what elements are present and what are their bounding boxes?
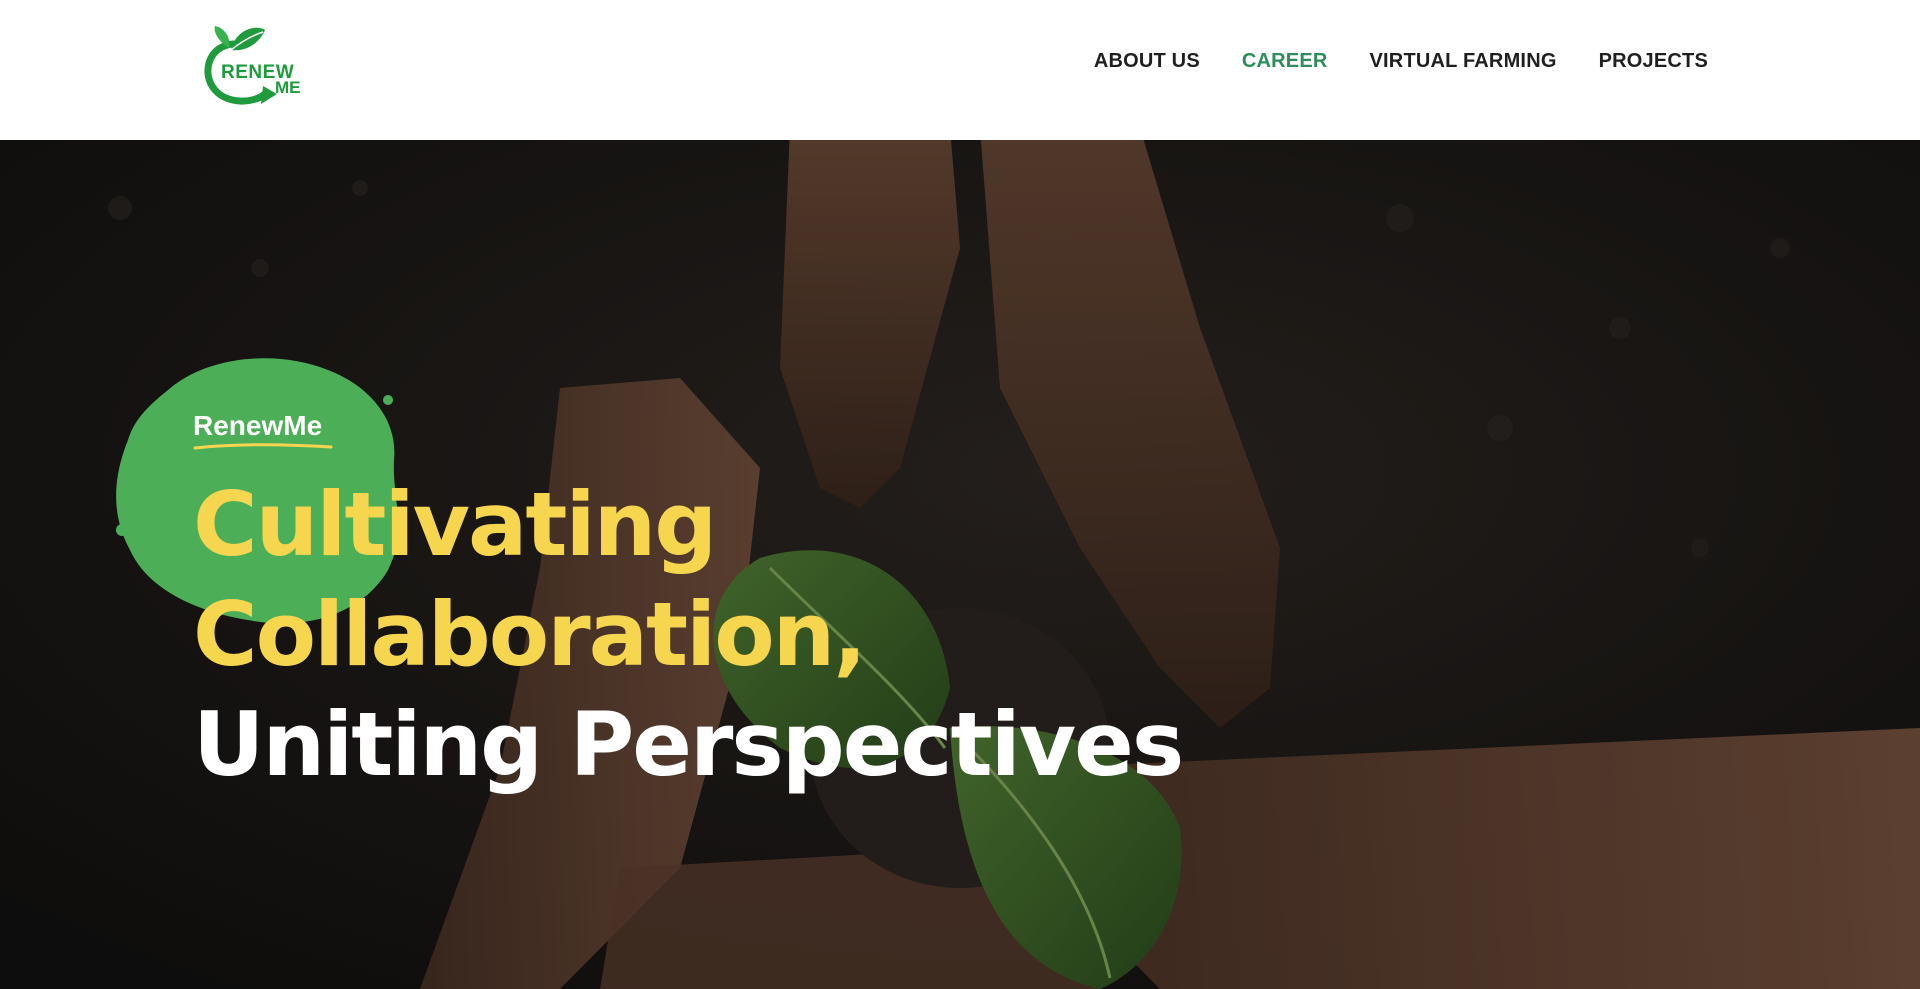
headline-line-2: Collaboration, bbox=[193, 583, 867, 686]
site-header: RENEW ME ABOUT US CAREER VIRTUAL FARMING… bbox=[0, 0, 1920, 140]
kicker-underline bbox=[193, 443, 333, 450]
hero-kicker: RenewMe bbox=[193, 410, 323, 441]
main-nav: ABOUT US CAREER VIRTUAL FARMING PROJECTS bbox=[1094, 50, 1708, 73]
renewme-logo[interactable]: RENEW ME bbox=[193, 24, 315, 106]
nav-virtual-farming[interactable]: VIRTUAL FARMING bbox=[1370, 50, 1557, 73]
nav-about-us[interactable]: ABOUT US bbox=[1094, 50, 1200, 73]
nav-projects[interactable]: PROJECTS bbox=[1599, 50, 1708, 73]
headline-line-1: Cultivating bbox=[193, 473, 717, 576]
logo-text-me: ME bbox=[275, 78, 301, 97]
nav-career[interactable]: CAREER bbox=[1242, 50, 1328, 73]
headline-line-3: Uniting Perspectives bbox=[193, 693, 1184, 796]
hero-headline: Cultivating Collaboration, Uniting Persp… bbox=[193, 470, 1184, 800]
page: RENEW ME ABOUT US CAREER VIRTUAL FARMING… bbox=[0, 0, 1920, 989]
